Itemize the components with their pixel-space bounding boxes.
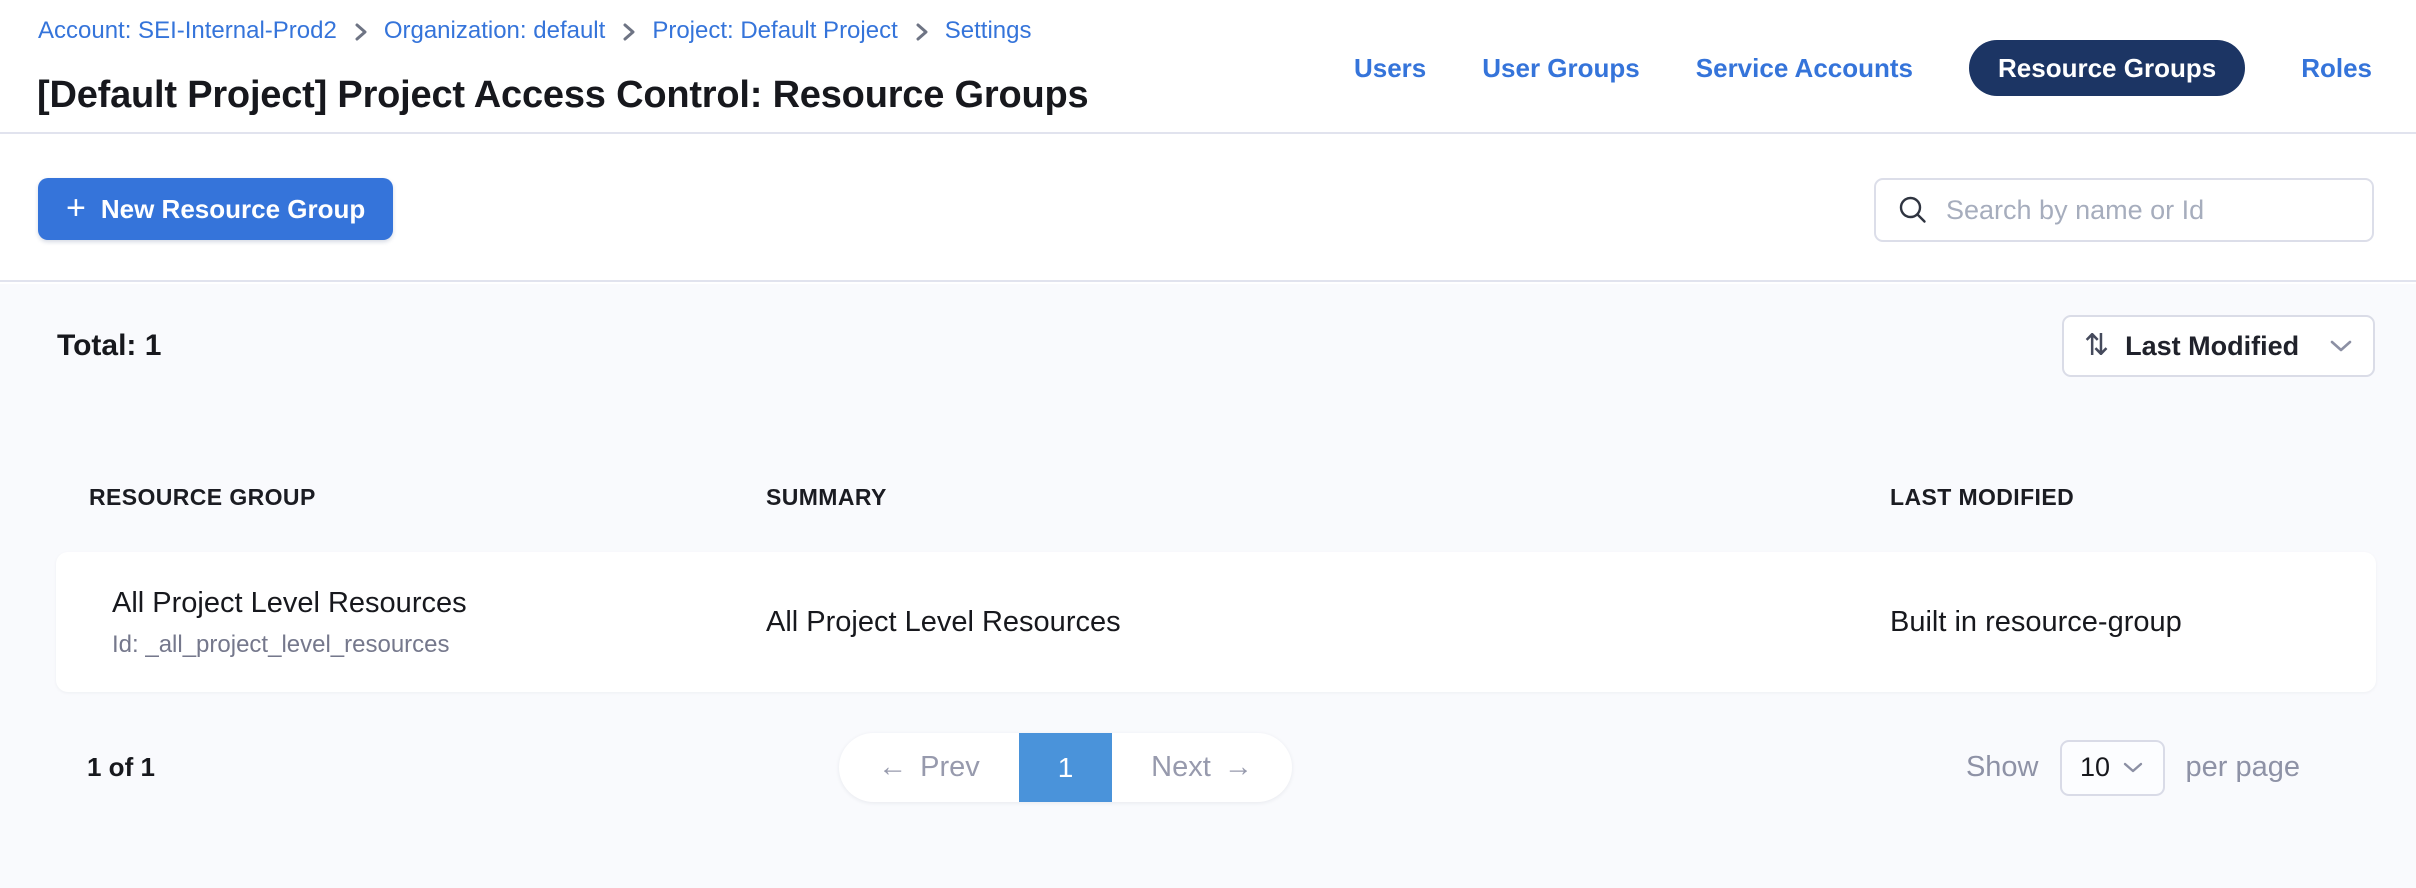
resource-group-name: All Project Level Resources <box>112 585 766 621</box>
search-icon <box>1898 195 1928 225</box>
tab-roles[interactable]: Roles <box>2301 53 2372 84</box>
pagination-control: ← Prev 1 Next → <box>839 733 1292 802</box>
sort-dropdown[interactable]: ⇅ Last Modified <box>2062 315 2375 377</box>
new-resource-group-button[interactable]: + New Resource Group <box>38 178 393 240</box>
search-input[interactable] <box>1946 195 2350 226</box>
tab-users[interactable]: Users <box>1354 53 1426 84</box>
new-resource-group-button-label: New Resource Group <box>101 194 365 225</box>
column-header-resource-group: RESOURCE GROUP <box>89 484 766 511</box>
resource-group-summary: All Project Level Resources <box>766 606 1890 639</box>
resource-group-id: Id: _all_project_level_resources <box>112 630 766 660</box>
page-size-value: 10 <box>2080 752 2110 783</box>
resource-group-name-cell: All Project Level Resources Id: _all_pro… <box>89 585 766 660</box>
plus-icon: + <box>66 191 86 225</box>
table-row[interactable]: All Project Level Resources Id: _all_pro… <box>56 552 2376 692</box>
breadcrumb-project-link[interactable]: Project: Default Project <box>652 16 897 46</box>
prev-page-button[interactable]: ← Prev <box>839 733 1019 802</box>
breadcrumb-separator-icon <box>914 21 929 43</box>
table-header-row: RESOURCE GROUP SUMMARY LAST MODIFIED <box>89 484 2376 511</box>
breadcrumb-account-link[interactable]: Account: SEI-Internal-Prod2 <box>38 16 337 46</box>
sort-dropdown-label: Last Modified <box>2125 331 2313 362</box>
arrow-right-icon: → <box>1224 753 1253 782</box>
chevron-down-icon <box>2329 339 2353 353</box>
prev-page-label: Prev <box>920 751 980 784</box>
current-page-button[interactable]: 1 <box>1019 733 1112 802</box>
next-page-button[interactable]: Next → <box>1112 733 1292 802</box>
page-range-label: 1 of 1 <box>87 733 155 802</box>
tab-service-accounts[interactable]: Service Accounts <box>1696 53 1913 84</box>
page-size-select[interactable]: 10 <box>2060 740 2165 796</box>
resource-groups-list-section: Total: 1 ⇅ Last Modified RESOURCE GROUP … <box>0 284 2416 888</box>
breadcrumb-separator-icon <box>353 21 368 43</box>
next-page-label: Next <box>1151 751 1211 784</box>
access-control-tabs: Users User Groups Service Accounts Resou… <box>1354 40 2372 96</box>
arrow-left-icon: ← <box>878 753 907 782</box>
chevron-down-icon <box>2122 761 2144 774</box>
search-box <box>1874 178 2374 242</box>
total-count-label: Total: 1 <box>57 315 161 377</box>
per-page-label: per page <box>2186 751 2301 784</box>
column-header-last-modified: LAST MODIFIED <box>1890 484 2376 511</box>
breadcrumb: Account: SEI-Internal-Prod2 Organization… <box>38 16 1031 46</box>
breadcrumb-organization-link[interactable]: Organization: default <box>384 16 605 46</box>
column-header-summary: SUMMARY <box>766 484 1890 511</box>
resource-group-last-modified: Built in resource-group <box>1890 606 2376 639</box>
toolbar: + New Resource Group <box>0 136 2416 282</box>
tab-user-groups[interactable]: User Groups <box>1482 53 1640 84</box>
tab-resource-groups[interactable]: Resource Groups <box>1969 40 2245 96</box>
page-title: [Default Project] Project Access Control… <box>37 72 1088 118</box>
breadcrumb-settings-link[interactable]: Settings <box>945 16 1032 46</box>
page-header: Account: SEI-Internal-Prod2 Organization… <box>0 0 2416 134</box>
page-size-control: Show 10 per page <box>1966 733 2300 802</box>
breadcrumb-separator-icon <box>621 21 636 43</box>
sort-arrows-icon: ⇅ <box>2084 331 2109 361</box>
show-label: Show <box>1966 751 2039 784</box>
